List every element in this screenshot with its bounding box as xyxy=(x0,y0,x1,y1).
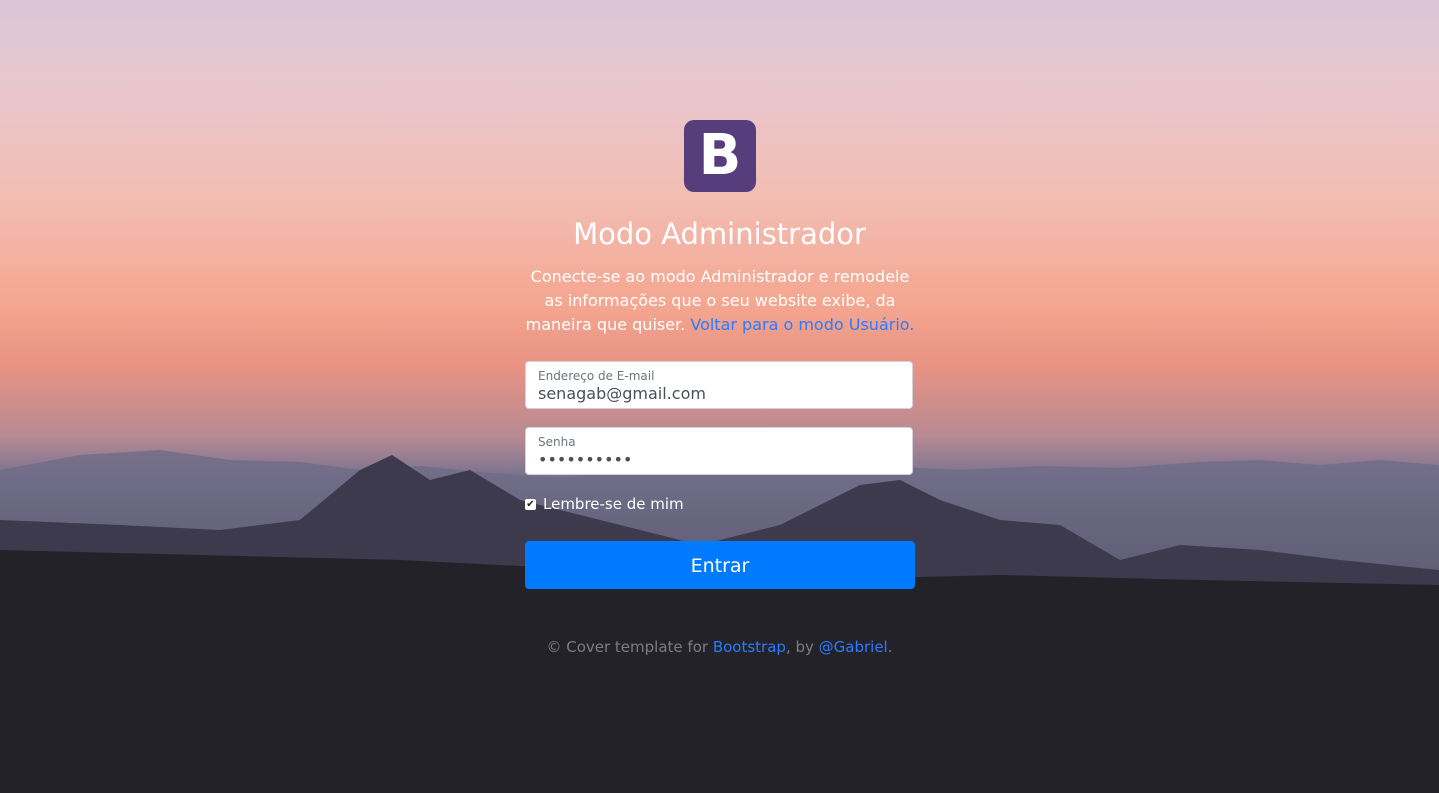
email-label: Endereço de E-mail xyxy=(538,369,655,383)
lead-text: Conecte-se ao modo Administrador e remod… xyxy=(520,265,920,337)
remember-label: Lembre-se de mim xyxy=(543,495,684,513)
remember-me[interactable]: ✔ Lembre-se de mim xyxy=(525,495,684,513)
password-label: Senha xyxy=(538,435,576,449)
password-input[interactable] xyxy=(538,450,898,469)
bootstrap-logo: B xyxy=(684,120,756,192)
bootstrap-link[interactable]: Bootstrap xyxy=(713,638,786,656)
footer-middle: , by xyxy=(785,638,814,656)
footer: © Cover template for Bootstrap, by @Gabr… xyxy=(0,638,1439,656)
back-to-user-mode-link[interactable]: Voltar para o modo Usuário. xyxy=(690,315,914,334)
author-link[interactable]: @Gabriel xyxy=(819,638,888,656)
submit-button[interactable]: Entrar xyxy=(525,541,915,589)
email-input[interactable] xyxy=(538,384,898,403)
page-title: Modo Administrador xyxy=(573,217,866,251)
remember-checkbox[interactable]: ✔ xyxy=(525,498,536,510)
email-field[interactable]: Endereço de E-mail xyxy=(525,361,913,409)
password-field[interactable]: Senha xyxy=(525,427,913,475)
footer-prefix: © Cover template for xyxy=(546,638,709,656)
footer-suffix: . xyxy=(887,638,893,656)
